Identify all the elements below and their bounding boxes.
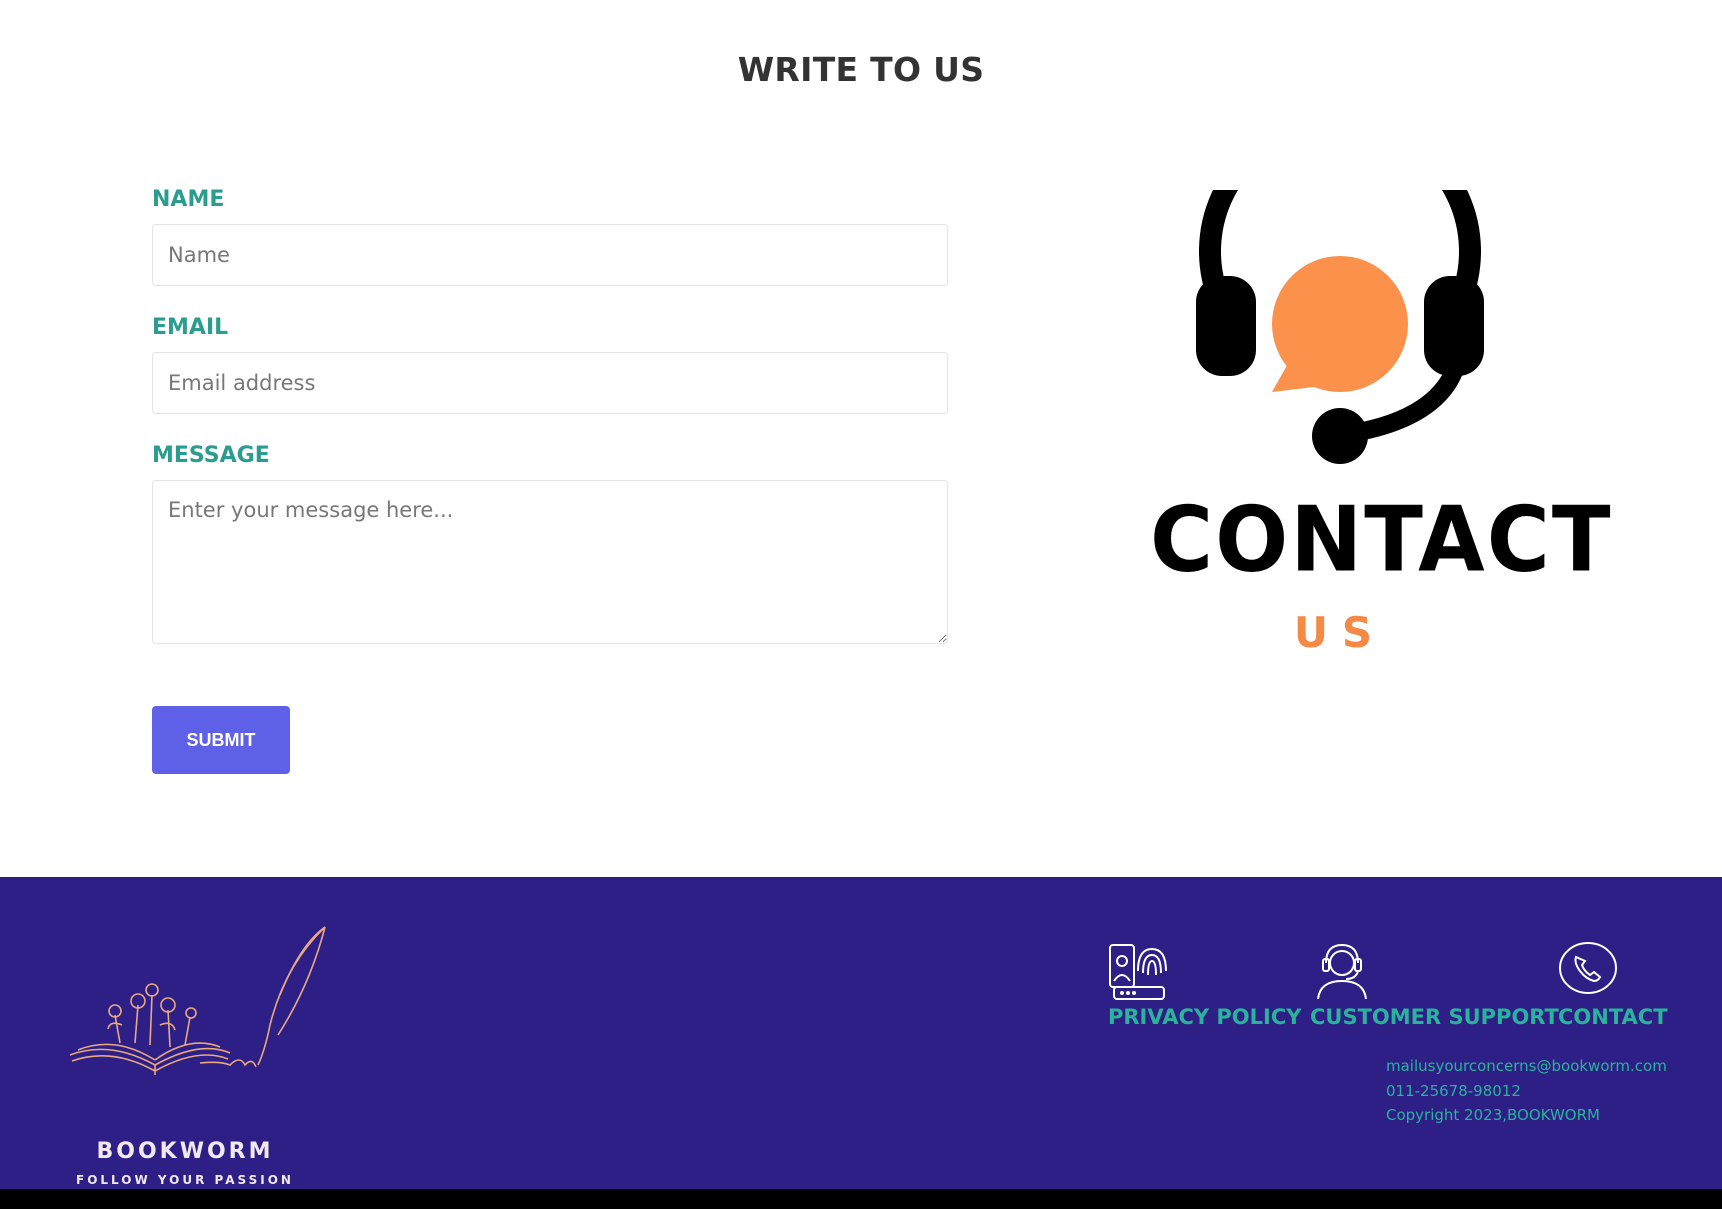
- book-quill-logo-icon: [69, 926, 326, 1075]
- bookworm-logo: BOOKWORM FOLLOW YOUR PASSION: [60, 925, 340, 1187]
- contact-link[interactable]: CONTACT: [1558, 1005, 1668, 1029]
- email-label: EMAIL: [152, 315, 229, 340]
- headset-chat-icon: [1196, 190, 1484, 464]
- message-textarea[interactable]: [152, 480, 948, 644]
- name-input[interactable]: [152, 224, 948, 286]
- page-title: WRITE TO US: [737, 50, 985, 89]
- message-label: MESSAGE: [152, 443, 270, 468]
- logo-name: BOOKWORM: [96, 1139, 274, 1164]
- bottom-strip: [0, 1189, 1722, 1209]
- footer-email: mailusyourconcerns@bookworm.com: [1386, 1057, 1667, 1075]
- contact-word: CONTACT: [1150, 487, 1613, 593]
- footer-copyright: Copyright 2023,BOOKWORM: [1386, 1106, 1600, 1124]
- footer-phone: 011-25678-98012: [1386, 1082, 1521, 1100]
- logo-tagline: FOLLOW YOUR PASSION: [76, 1173, 294, 1187]
- email-input[interactable]: [152, 352, 948, 414]
- phone-icon: [1559, 942, 1617, 994]
- privacy-policy-link[interactable]: PRIVACY POLICY: [1108, 1005, 1301, 1029]
- contact-us-illustration: CONTACT US: [1150, 190, 1613, 680]
- us-word: US: [1293, 608, 1387, 657]
- footer: BOOKWORM FOLLOW YOUR PASSION PRIVACY POL…: [0, 877, 1722, 1189]
- fingerprint-id-icon: [1109, 944, 1167, 1000]
- submit-button[interactable]: SUBMIT: [152, 706, 290, 774]
- name-label: NAME: [152, 187, 225, 212]
- support-agent-icon: [1317, 943, 1367, 1000]
- customer-support-link[interactable]: CUSTOMER SUPPORT: [1310, 1005, 1559, 1029]
